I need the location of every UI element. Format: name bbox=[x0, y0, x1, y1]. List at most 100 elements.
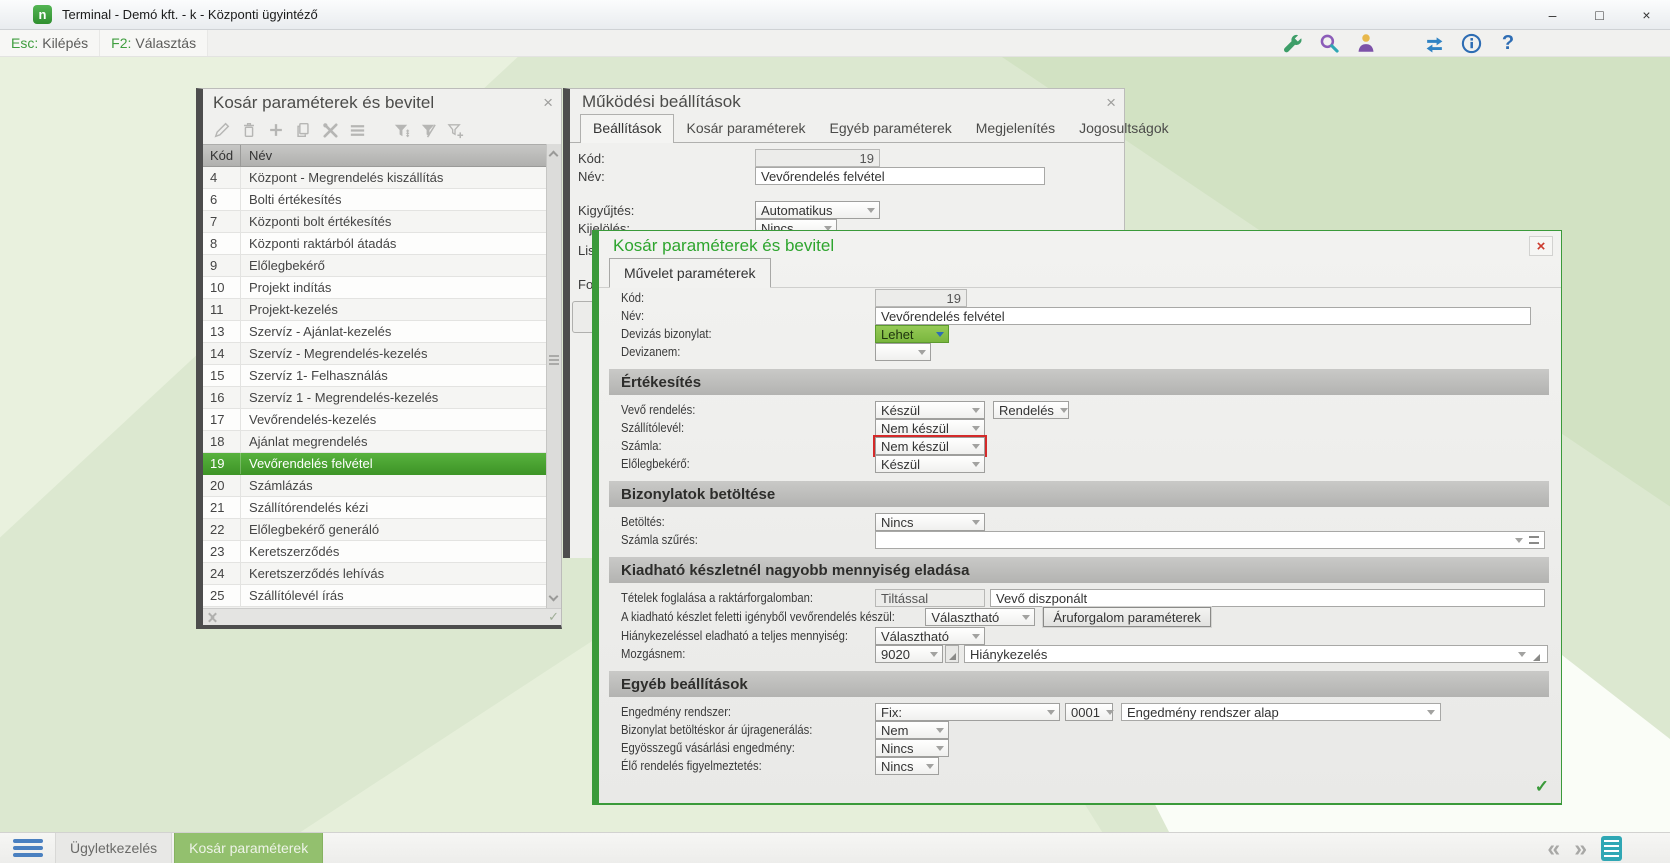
table-row[interactable]: 6Bolti értékesítés bbox=[203, 189, 546, 211]
nev-field[interactable]: Vevőrendelés felvétel bbox=[755, 167, 1045, 185]
table-row[interactable]: 17Vevőrendelés-kezelés bbox=[203, 409, 546, 431]
engedmeny-nev-field[interactable]: Engedmény rendszer alap bbox=[1121, 703, 1441, 721]
filter-equals-icon[interactable] bbox=[1529, 536, 1539, 544]
devizanem-select[interactable] bbox=[875, 343, 931, 361]
add-icon[interactable] bbox=[266, 120, 286, 140]
menu-item-valasztas[interactable]: F2: Választás bbox=[100, 30, 208, 56]
igeny-label: A kiadható készlet feletti igényből vevő… bbox=[621, 610, 895, 624]
tab-kosar-parameterek[interactable]: Kosár paraméterek bbox=[674, 115, 817, 142]
taskbar-tab-ugyletkezeles[interactable]: Ügyletkezelés bbox=[55, 833, 172, 863]
select-value: Választható bbox=[931, 610, 999, 625]
column-header-nev[interactable]: Név bbox=[241, 148, 546, 163]
table-row[interactable]: 20Számlázás bbox=[203, 475, 546, 497]
hianykezeles-select[interactable]: Választható bbox=[875, 627, 985, 645]
elo-rendeles-select[interactable]: Nincs bbox=[875, 757, 939, 775]
igeny-select[interactable]: Választható bbox=[925, 608, 1035, 626]
menu-item-kilepes[interactable]: Esc: Kilépés bbox=[0, 30, 100, 56]
kigyujtes-label: Kigyűjtés: bbox=[578, 203, 755, 218]
scrollbar-grip[interactable] bbox=[549, 353, 559, 367]
table-row[interactable]: 23Keretszerződés bbox=[203, 541, 546, 563]
devizas-bizonylat-select[interactable]: Lehet bbox=[875, 325, 949, 343]
transfer-arrows-icon[interactable] bbox=[1422, 31, 1446, 55]
vertical-scrollbar[interactable] bbox=[546, 144, 561, 608]
engedmeny-kod-select[interactable]: 0001 bbox=[1065, 703, 1113, 721]
close-icon[interactable]: × bbox=[543, 94, 553, 111]
table-row[interactable]: 18Ajánlat megrendelés bbox=[203, 431, 546, 453]
hamburger-menu-icon[interactable] bbox=[13, 838, 43, 858]
table-row-selected[interactable]: 19Vevőrendelés felvétel bbox=[203, 453, 546, 475]
table-row[interactable]: 22Előlegbekérő generáló bbox=[203, 519, 546, 541]
filter-add-icon[interactable] bbox=[445, 120, 465, 140]
mozgasnem-code-select[interactable]: 9020 bbox=[875, 645, 943, 663]
elolegbekero-select[interactable]: Készül bbox=[875, 455, 985, 473]
table-row[interactable]: 7Központi bolt értékesítés bbox=[203, 211, 546, 233]
edit-icon[interactable] bbox=[212, 120, 232, 140]
info-icon[interactable] bbox=[1459, 31, 1483, 55]
table-row[interactable]: 14Szervíz - Megrendelés-kezelés bbox=[203, 343, 546, 365]
vevo-rendeles-select[interactable]: Készül bbox=[875, 401, 985, 419]
page-next-icon[interactable]: » bbox=[1574, 837, 1587, 860]
maximize-button[interactable]: □ bbox=[1576, 0, 1623, 30]
engedmeny-rendszer-select[interactable]: Fix: bbox=[875, 703, 1060, 721]
page-prev-icon[interactable]: « bbox=[1547, 837, 1560, 860]
tab-beallitasok[interactable]: Beállítások bbox=[580, 114, 674, 143]
delete-icon[interactable] bbox=[239, 120, 259, 140]
scroll-down-icon[interactable] bbox=[549, 592, 559, 602]
column-header-kod[interactable]: Kód bbox=[203, 145, 241, 166]
aruforgalom-parameterek-button[interactable]: Áruforgalom paraméterek bbox=[1043, 607, 1210, 627]
egyosszegu-label: Egyösszegű vásárlási engedmény: bbox=[621, 741, 850, 755]
tab-muvelet-parameterek[interactable]: Művelet paraméterek bbox=[609, 258, 771, 288]
mozgasnem-lookup-button[interactable] bbox=[945, 645, 959, 663]
betoltes-label: Betöltés: bbox=[621, 515, 850, 529]
table-row[interactable]: 13Szervíz - Ajánlat-kezelés bbox=[203, 321, 546, 343]
table-row[interactable]: 16Szervíz 1 - Megrendelés-kezelés bbox=[203, 387, 546, 409]
tab-megjelenites[interactable]: Megjelenítés bbox=[964, 115, 1067, 142]
filter-clear-icon[interactable] bbox=[418, 120, 438, 140]
search-icon[interactable] bbox=[1317, 31, 1341, 55]
table-row[interactable]: 25Szállítólevél írás bbox=[203, 585, 546, 607]
document-list-icon[interactable] bbox=[1601, 836, 1622, 861]
egyosszegu-select[interactable]: Nincs bbox=[875, 739, 949, 757]
taskbar-tab-kosar-parameterek[interactable]: Kosár paraméterek bbox=[174, 833, 323, 863]
betoltes-select[interactable]: Nincs bbox=[875, 513, 985, 531]
table-row[interactable]: 4Központ - Megrendelés kiszállítás bbox=[203, 167, 546, 189]
table-row[interactable]: 8Központi raktárból átadás bbox=[203, 233, 546, 255]
table-row[interactable]: 21Szállítórendelés kézi bbox=[203, 497, 546, 519]
corner-check-icon[interactable]: ✓ bbox=[548, 609, 559, 625]
tab-egyeb-parameterek[interactable]: Egyéb paraméterek bbox=[818, 115, 964, 142]
scroll-up-icon[interactable] bbox=[549, 151, 559, 161]
user-icon[interactable] bbox=[1354, 31, 1378, 55]
resize-corner-icon bbox=[1528, 645, 1542, 663]
dialog-close-button[interactable]: × bbox=[1529, 236, 1553, 256]
apps-grid-icon[interactable] bbox=[1391, 34, 1409, 52]
table-row[interactable]: 11Projekt-kezelés bbox=[203, 299, 546, 321]
ar-ujrageneralas-select[interactable]: Nem bbox=[875, 721, 949, 739]
confirm-check-icon[interactable]: ✓ bbox=[1535, 777, 1549, 797]
copy-icon[interactable] bbox=[293, 120, 313, 140]
szamla-szures-field[interactable] bbox=[875, 531, 1545, 549]
table-row[interactable]: 24Keretszerződés lehívás bbox=[203, 563, 546, 585]
foglalas-mod-field[interactable]: Vevő diszponált bbox=[990, 589, 1545, 607]
table-row[interactable]: 10Projekt indítás bbox=[203, 277, 546, 299]
mozgasnem-name-field[interactable]: Hiánykezelés bbox=[964, 645, 1548, 663]
szallitolevel-select[interactable]: Nem készül bbox=[875, 419, 985, 437]
kigyujtes-select[interactable]: Automatikus bbox=[755, 201, 880, 219]
tools-icon[interactable] bbox=[320, 120, 340, 140]
wrench-icon[interactable] bbox=[1280, 31, 1304, 55]
menu-icon[interactable] bbox=[347, 120, 367, 140]
menu-bar: Esc: Kilépés F2: Választás bbox=[0, 30, 1670, 57]
close-button[interactable]: × bbox=[1623, 0, 1670, 30]
szamla-select-highlighted[interactable]: Nem készül bbox=[875, 437, 985, 455]
minimize-button[interactable]: – bbox=[1529, 0, 1576, 30]
tab-jogosultsagok[interactable]: Jogosultságok bbox=[1067, 115, 1181, 142]
select-value: Készül bbox=[881, 457, 920, 472]
horizontal-scrollbar[interactable]: ✓ bbox=[203, 608, 561, 625]
nev-field[interactable]: Vevőrendelés felvétel bbox=[875, 307, 1531, 325]
szallitolevel-label: Szállítólevél: bbox=[621, 421, 850, 435]
table-row[interactable]: 15Szervíz 1- Felhasználás bbox=[203, 365, 546, 387]
table-row[interactable]: 9Előlegbekérő bbox=[203, 255, 546, 277]
help-icon[interactable]: ? bbox=[1496, 31, 1520, 55]
vevo-rendeles-tipus-select[interactable]: Rendelés bbox=[993, 401, 1069, 419]
close-icon[interactable]: × bbox=[1106, 94, 1116, 111]
filter-icon[interactable] bbox=[391, 120, 411, 140]
